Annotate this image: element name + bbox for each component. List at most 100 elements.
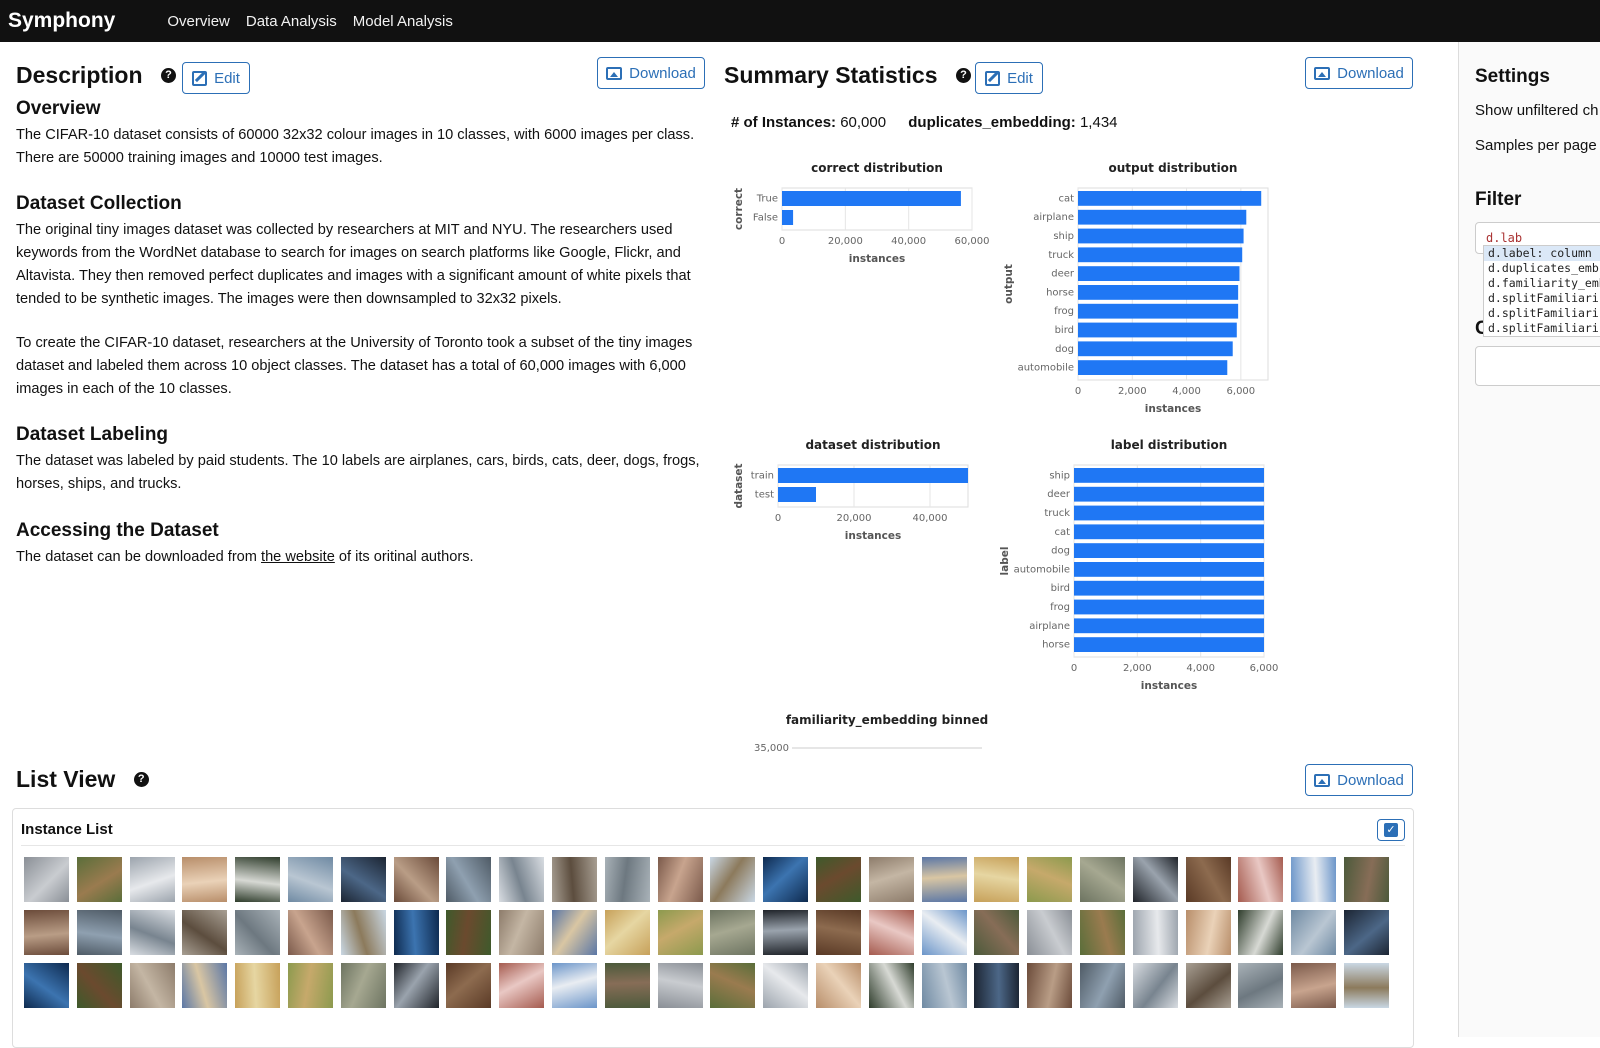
- instance-thumbnail[interactable]: [1080, 857, 1125, 902]
- instance-thumbnail[interactable]: [499, 963, 545, 1008]
- instance-thumbnail[interactable]: [1185, 857, 1231, 902]
- list-download-button[interactable]: Download: [1305, 764, 1413, 796]
- instance-thumbnail[interactable]: [1344, 963, 1389, 1008]
- instance-thumbnail[interactable]: [1027, 910, 1073, 955]
- instance-thumbnail[interactable]: [1080, 910, 1125, 955]
- help-icon[interactable]: ?: [160, 68, 176, 83]
- instance-thumbnail[interactable]: [974, 910, 1020, 955]
- show-unfiltered-toggle-label[interactable]: Show unfiltered ch: [1475, 102, 1598, 119]
- instance-thumbnail[interactable]: [499, 857, 545, 902]
- instance-thumbnail[interactable]: [552, 910, 597, 955]
- instance-thumbnail[interactable]: [340, 963, 386, 1008]
- instance-thumbnail[interactable]: [921, 963, 967, 1008]
- instance-thumbnail[interactable]: [340, 910, 386, 955]
- instance-thumbnail[interactable]: [1185, 910, 1231, 955]
- instance-thumbnail[interactable]: [763, 857, 809, 902]
- website-link[interactable]: the website: [261, 549, 335, 565]
- instance-thumbnail[interactable]: [1027, 857, 1073, 902]
- y-tick-label: airplane: [1029, 621, 1070, 632]
- autocomplete-item[interactable]: d.familiarity_emb: [1484, 276, 1600, 291]
- instance-thumbnail[interactable]: [235, 910, 281, 955]
- instance-thumbnail[interactable]: [816, 857, 861, 902]
- instance-thumbnail[interactable]: [763, 910, 809, 955]
- instance-thumbnail[interactable]: [657, 910, 703, 955]
- summary-download-button[interactable]: Download: [1305, 57, 1413, 89]
- instance-thumbnail[interactable]: [393, 910, 439, 955]
- instance-thumbnail[interactable]: [868, 963, 914, 1008]
- instance-thumbnail[interactable]: [552, 963, 597, 1008]
- instance-thumbnail[interactable]: [1132, 857, 1178, 902]
- instance-thumbnail[interactable]: [816, 963, 861, 1008]
- instance-thumbnail[interactable]: [1080, 963, 1125, 1008]
- samples-per-page-label[interactable]: Samples per page: [1475, 137, 1597, 154]
- help-icon[interactable]: ?: [955, 68, 971, 83]
- nav-overview[interactable]: Overview: [167, 13, 230, 30]
- instance-thumbnail[interactable]: [1291, 857, 1337, 902]
- instance-thumbnail[interactable]: [1238, 963, 1284, 1008]
- autocomplete-item[interactable]: d.duplicates_emb: [1484, 261, 1600, 276]
- instance-thumbnail[interactable]: [446, 857, 492, 902]
- instance-thumbnail[interactable]: [446, 910, 492, 955]
- summary-edit-button[interactable]: Edit: [975, 62, 1043, 94]
- instance-thumbnail[interactable]: [1238, 910, 1284, 955]
- instance-thumbnail[interactable]: [1132, 963, 1178, 1008]
- instance-thumbnail[interactable]: [288, 857, 333, 902]
- instance-thumbnail[interactable]: [604, 910, 650, 955]
- code-input[interactable]: [1475, 346, 1600, 386]
- instance-thumbnail[interactable]: [24, 963, 69, 1008]
- instance-thumbnail[interactable]: [1238, 857, 1284, 902]
- instance-thumbnail[interactable]: [604, 963, 650, 1008]
- instance-thumbnail[interactable]: [393, 963, 439, 1008]
- instance-thumbnail[interactable]: [24, 857, 69, 902]
- instance-thumbnail[interactable]: [552, 857, 597, 902]
- instance-thumbnail[interactable]: [710, 910, 756, 955]
- nav-data-analysis[interactable]: Data Analysis: [246, 13, 337, 30]
- autocomplete-item[interactable]: d.splitFamiliari: [1484, 291, 1600, 306]
- instance-thumbnail[interactable]: [657, 963, 703, 1008]
- instance-thumbnail[interactable]: [1027, 963, 1073, 1008]
- instance-thumbnail[interactable]: [1344, 910, 1389, 955]
- instance-thumbnail[interactable]: [182, 910, 228, 955]
- autocomplete-item[interactable]: d.splitFamiliari: [1484, 321, 1600, 336]
- instance-thumbnail[interactable]: [921, 857, 967, 902]
- instance-thumbnail[interactable]: [868, 910, 914, 955]
- instance-thumbnail[interactable]: [235, 857, 281, 902]
- instance-thumbnail[interactable]: [288, 910, 333, 955]
- instance-thumbnail[interactable]: [446, 963, 492, 1008]
- instance-thumbnail[interactable]: [1291, 910, 1337, 955]
- instance-thumbnail[interactable]: [974, 857, 1020, 902]
- brand-logo[interactable]: Symphony: [8, 9, 115, 33]
- instance-thumbnail[interactable]: [76, 857, 122, 902]
- instance-thumbnail[interactable]: [868, 857, 914, 902]
- instance-thumbnail[interactable]: [657, 857, 703, 902]
- instance-thumbnail[interactable]: [393, 857, 439, 902]
- instance-thumbnail[interactable]: [340, 857, 386, 902]
- instance-thumbnail[interactable]: [288, 963, 333, 1008]
- autocomplete-item[interactable]: d.label: column: [1484, 246, 1600, 261]
- instance-thumbnail[interactable]: [182, 963, 228, 1008]
- instance-thumbnail[interactable]: [129, 963, 175, 1008]
- instance-thumbnail[interactable]: [182, 857, 228, 902]
- instance-thumbnail[interactable]: [24, 910, 69, 955]
- instance-thumbnail[interactable]: [1132, 910, 1178, 955]
- instance-thumbnail[interactable]: [1185, 963, 1231, 1008]
- instance-thumbnail[interactable]: [604, 857, 650, 902]
- instance-thumbnail[interactable]: [129, 857, 175, 902]
- instance-thumbnail[interactable]: [129, 910, 175, 955]
- autocomplete-item[interactable]: d.splitFamiliari: [1484, 306, 1600, 321]
- instance-list-checkbox[interactable]: ✓: [1377, 819, 1405, 841]
- instance-thumbnail[interactable]: [816, 910, 861, 955]
- instance-thumbnail[interactable]: [974, 963, 1020, 1008]
- instance-thumbnail[interactable]: [921, 910, 967, 955]
- instance-thumbnail[interactable]: [763, 963, 809, 1008]
- instance-thumbnail[interactable]: [710, 857, 756, 902]
- instance-thumbnail[interactable]: [235, 963, 281, 1008]
- instance-thumbnail[interactable]: [76, 963, 122, 1008]
- instance-thumbnail[interactable]: [1344, 857, 1389, 902]
- instance-thumbnail[interactable]: [1291, 963, 1337, 1008]
- instance-thumbnail[interactable]: [499, 910, 545, 955]
- instance-thumbnail[interactable]: [710, 963, 756, 1008]
- instance-thumbnail[interactable]: [76, 910, 122, 955]
- nav-model-analysis[interactable]: Model Analysis: [353, 13, 453, 30]
- help-icon[interactable]: ?: [133, 772, 149, 787]
